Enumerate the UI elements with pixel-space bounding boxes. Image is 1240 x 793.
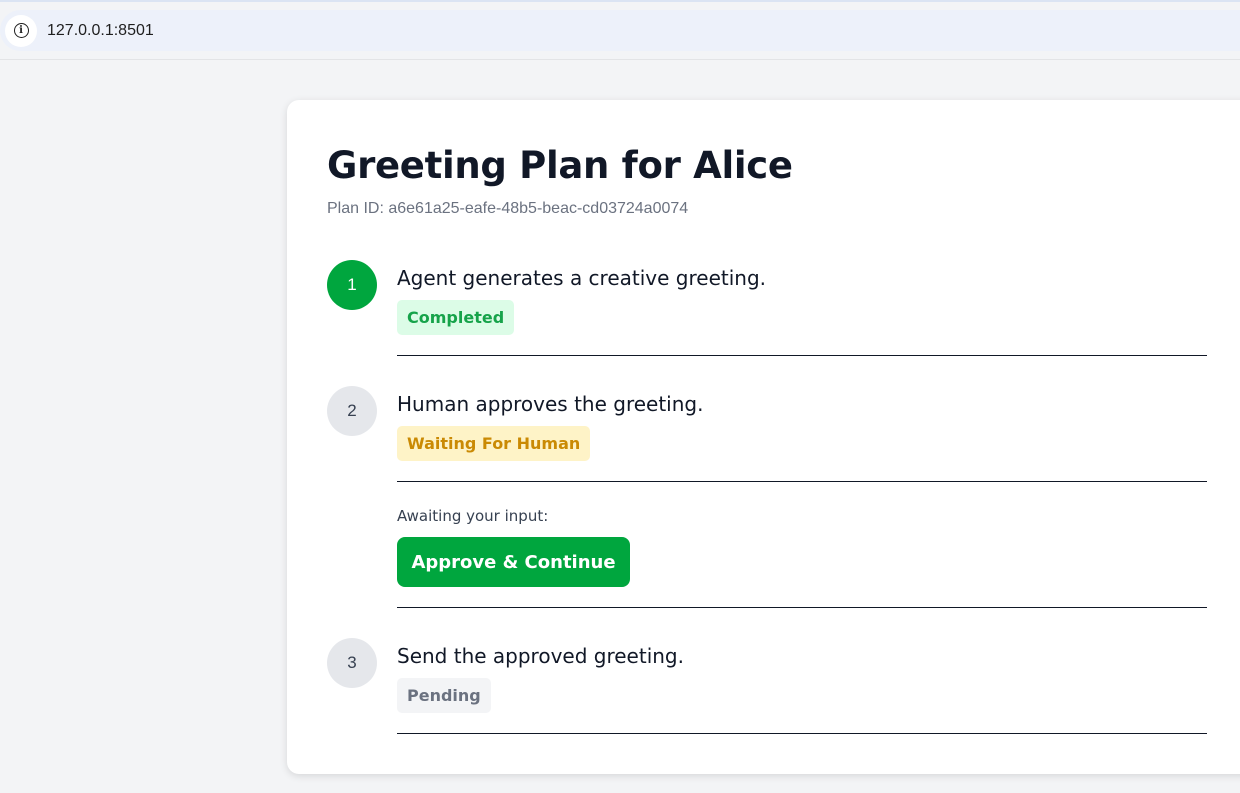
approve-continue-button[interactable]: Approve & Continue [397,537,630,587]
step-description: Agent generates a creative greeting. [397,266,767,290]
step-number-badge: 3 [327,638,377,688]
page-title: Greeting Plan for Alice [327,144,793,187]
divider [397,607,1207,608]
plan-id: Plan ID: a6e61a25-eafe-48b5-beac-cd03724… [327,200,689,217]
awaiting-input-label: Awaiting your input: [397,507,549,525]
url-text[interactable]: 127.0.0.1:8501 [47,22,154,40]
status-badge: Pending [397,678,491,713]
info-icon[interactable]: i [5,14,37,47]
divider [397,355,1207,356]
divider [397,733,1207,734]
browser-divider [0,59,1240,60]
step-description: Human approves the greeting. [397,392,704,416]
step-description: Send the approved greeting. [397,644,684,668]
plan-card: Greeting Plan for Alice Plan ID: a6e61a2… [287,100,1240,774]
address-bar[interactable]: i 127.0.0.1:8501 [0,10,1240,51]
status-badge: Completed [397,300,515,335]
divider [397,481,1207,482]
browser-top-strip [0,0,1240,2]
step-number-badge: 1 [327,260,377,310]
status-badge: Waiting For Human [397,426,591,461]
step-number-badge: 2 [327,386,377,436]
